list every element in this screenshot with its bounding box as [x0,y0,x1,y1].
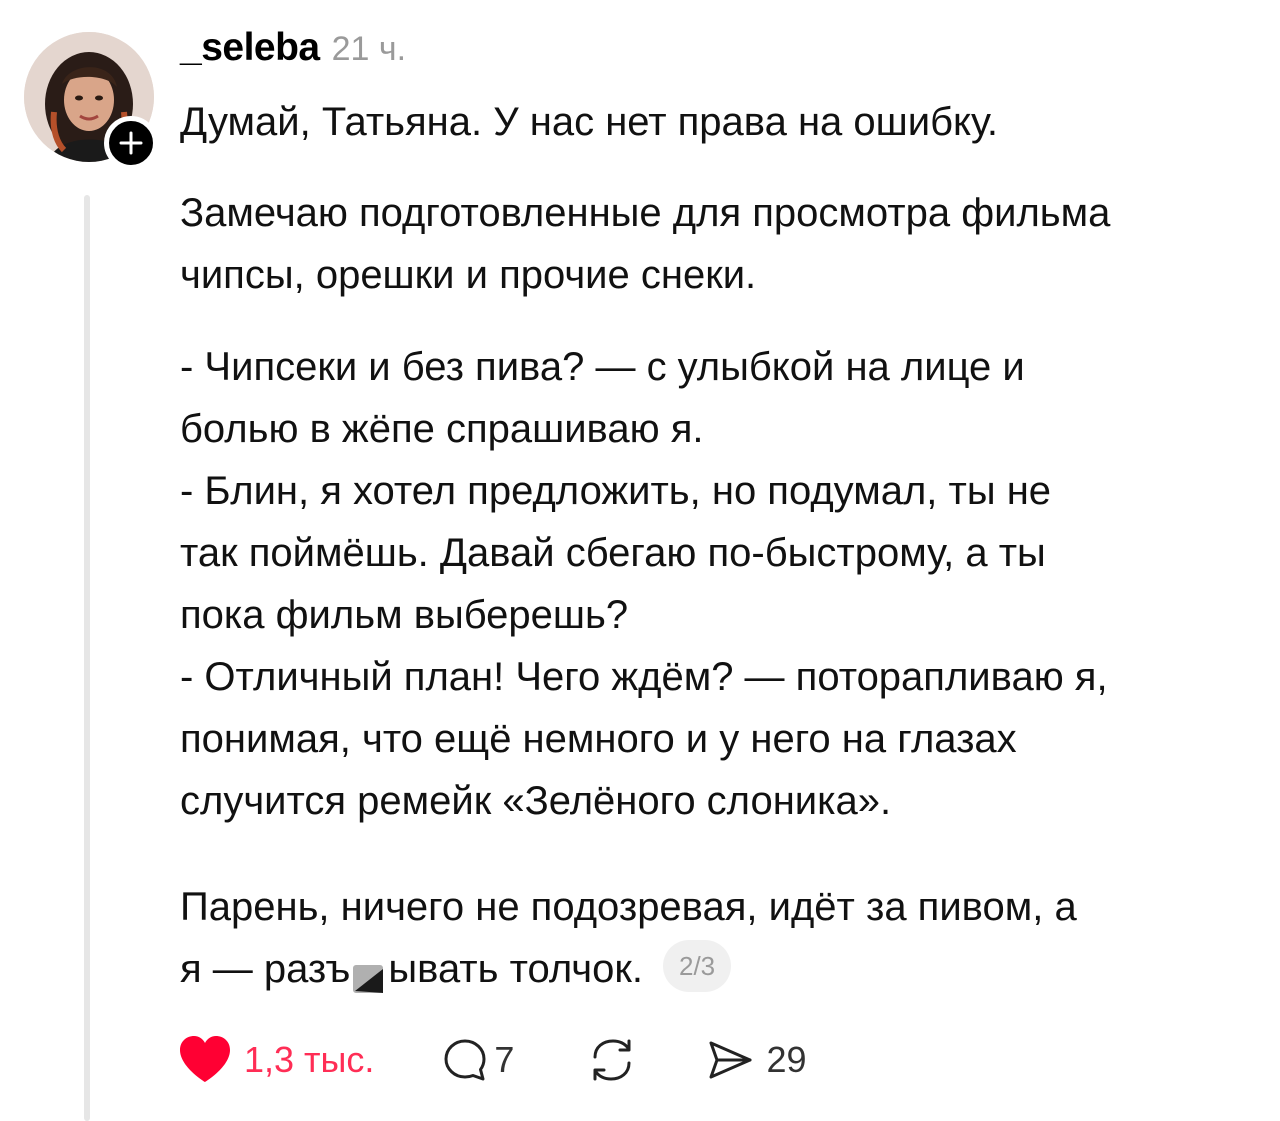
like-button[interactable]: 1,3 тыс. [178,1035,374,1085]
text-line: так поймёшь. Давай сбегаю по-быстрому, а… [180,531,1046,575]
repost-button[interactable] [584,1035,640,1085]
post-paragraph-2: Замечаю подготовленные для просмотра фил… [180,182,1110,306]
post-paragraph-4: Парень, ничего не подозревая, идёт за пи… [180,876,1077,1000]
share-count: 29 [766,1039,807,1080]
post-time: 21 ч. [331,30,407,68]
repost-icon [593,1039,631,1081]
share-button[interactable]: 29 [706,1036,807,1084]
text-fragment: я — разъ [180,947,351,991]
text-line: болью в жёпе спрашиваю я. [180,407,704,451]
text-line: пока фильм выберешь? [180,593,629,637]
username[interactable]: _seleba [180,26,320,70]
censor-emoji [350,951,388,994]
text-fragment: ывать толчок. [388,947,643,991]
text-line: - Отличный план! Чего ждём? — потораплив… [180,655,1108,699]
text-line: Парень, ничего не подозревая, идёт за пи… [180,885,1077,929]
text-line: - Чипсеки и без пива? — с улыбкой на лиц… [180,345,1025,389]
send-icon [709,1041,752,1079]
like-count: 1,3 тыс. [244,1039,375,1080]
thread-post: _seleba 21 ч. Думай, Татьяна. У нас нет … [0,0,1280,1121]
comment-count: 7 [494,1039,515,1080]
page-indicator-badge: 2/3 [662,940,732,993]
action-bar: 1,3 тыс. 7 29 [178,1030,807,1090]
follow-button[interactable] [104,116,158,170]
plus-icon [119,131,143,155]
speech-bubble-icon [444,1039,486,1081]
text-line: Замечаю подготовленные для просмотра фил… [180,191,1111,235]
text-line: чипсы, орешки и прочие снеки. [180,253,757,297]
heart-icon [180,1036,230,1082]
text-line: понимая, что ещё немного и у него на гла… [180,717,1017,761]
text-line: - Блин, я хотел предложить, но подумал, … [180,469,1052,513]
comment-button[interactable]: 7 [442,1037,514,1083]
text-line: случится ремейк «Зелёного слоника». [180,779,892,823]
text-line: Думай, Татьяна. У нас нет права на ошибк… [180,100,999,144]
text-line-with-badge: я — разъ ывать толчок. 2/3 [180,938,1077,1000]
post-header: _seleba 21 ч. [180,26,406,70]
post-text-first-line: Думай, Татьяна. У нас нет права на ошибк… [180,91,998,153]
thread-line [84,195,90,1121]
post-paragraph-3: - Чипсеки и без пива? — с улыбкой на лиц… [180,336,1108,832]
